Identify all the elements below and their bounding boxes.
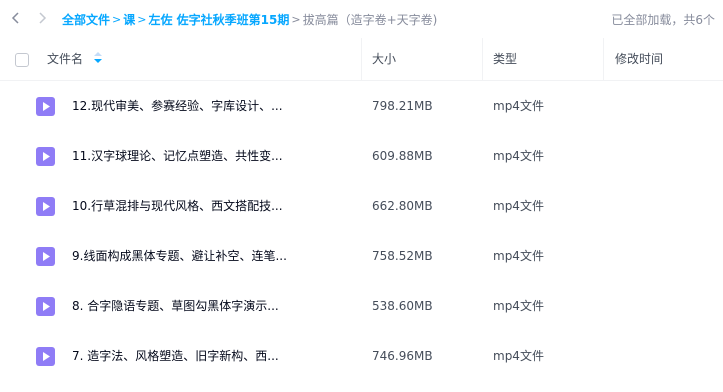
file-type: mp4文件 [493, 249, 544, 263]
table-header: 文件名 大小 类型 修改时间 [0, 38, 723, 81]
file-size: 758.52MB [372, 249, 433, 263]
video-file-icon [36, 197, 55, 216]
video-file-icon [36, 97, 55, 116]
breadcrumb-item-course[interactable]: 课 [123, 11, 135, 28]
table-row[interactable]: 11.汉字球理论、记忆点塑造、共性变... 609.88MB mp4文件 [0, 131, 723, 181]
video-file-icon [36, 297, 55, 316]
chevron-right-icon: > [137, 13, 147, 26]
file-size: 538.60MB [372, 299, 433, 313]
sort-icon[interactable] [93, 38, 102, 81]
file-name[interactable]: 7. 造字法、风格塑造、旧字新构、西... [72, 331, 352, 381]
column-divider[interactable] [603, 38, 604, 81]
file-size: 609.88MB [372, 149, 433, 163]
file-type: mp4文件 [493, 299, 544, 313]
load-status: 已全部加载，共6个 [611, 13, 715, 27]
file-name[interactable]: 9.线面构成黑体专题、避让补空、连笔... [72, 231, 352, 281]
select-all-checkbox[interactable] [15, 53, 29, 67]
chevron-right-icon: > [291, 13, 301, 26]
file-type: mp4文件 [493, 199, 544, 213]
file-name[interactable]: 10.行草混排与现代风格、西文搭配技... [72, 181, 352, 231]
file-name[interactable]: 8. 合字隐语专题、草图勾黑体字演示... [72, 281, 352, 331]
breadcrumb-item-all-files[interactable]: 全部文件 [62, 11, 110, 28]
file-type: mp4文件 [493, 99, 544, 113]
file-type: mp4文件 [493, 349, 544, 363]
file-size: 746.96MB [372, 349, 433, 363]
breadcrumb-current: 拔高篇（造字卷+天字卷) [302, 13, 438, 27]
table-row[interactable]: 8. 合字隐语专题、草图勾黑体字演示... 538.60MB mp4文件 [0, 281, 723, 331]
chevron-left-icon[interactable] [8, 9, 24, 27]
column-divider[interactable] [482, 38, 483, 81]
file-type: mp4文件 [493, 149, 544, 163]
column-header-size[interactable]: 大小 [372, 38, 396, 81]
video-file-icon [36, 247, 55, 266]
column-header-modified[interactable]: 修改时间 [615, 38, 663, 81]
file-name[interactable]: 11.汉字球理论、记忆点塑造、共性变... [72, 131, 352, 181]
file-name[interactable]: 12.现代审美、参赛经验、字库设计、... [72, 81, 352, 131]
table-row[interactable]: 10.行草混排与现代风格、西文搭配技... 662.80MB mp4文件 [0, 181, 723, 231]
column-header-name-label: 文件名 [47, 52, 84, 66]
breadcrumb: 全部文件 > 课 > 左佐 佐字社秋季班第15期 > 拔高篇（造字卷+天字卷) [62, 11, 437, 28]
table-row[interactable]: 12.现代审美、参赛经验、字库设计、... 798.21MB mp4文件 [0, 81, 723, 131]
top-bar: 全部文件 > 课 > 左佐 佐字社秋季班第15期 > 拔高篇（造字卷+天字卷) … [0, 0, 723, 38]
chevron-right-icon: > [112, 13, 122, 26]
column-header-type[interactable]: 类型 [493, 38, 517, 81]
table-row[interactable]: 7. 造字法、风格塑造、旧字新构、西... 746.96MB mp4文件 [0, 331, 723, 381]
breadcrumb-item-class[interactable]: 左佐 佐字社秋季班第15期 [148, 11, 289, 28]
column-divider[interactable] [361, 38, 362, 81]
file-size: 662.80MB [372, 199, 433, 213]
chevron-right-icon[interactable] [34, 9, 50, 27]
column-header-name[interactable]: 文件名 [47, 38, 102, 81]
video-file-icon [36, 347, 55, 366]
file-size: 798.21MB [372, 99, 433, 113]
table-row[interactable]: 9.线面构成黑体专题、避让补空、连笔... 758.52MB mp4文件 [0, 231, 723, 281]
video-file-icon [36, 147, 55, 166]
